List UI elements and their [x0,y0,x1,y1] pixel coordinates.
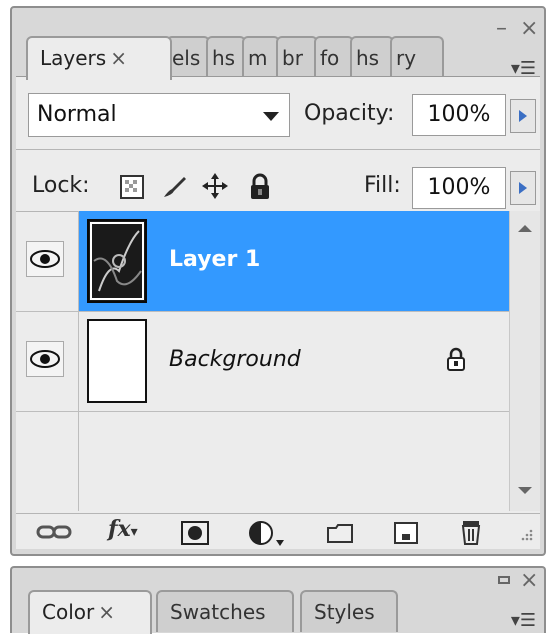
tab-label: hs [356,46,380,70]
layers-bottom-toolbar: fx▾ [16,513,540,550]
new-layer-icon[interactable] [392,520,420,546]
layers-panel: – × Layers × els hs m br fo hs ry ▾☰ Norm… [10,6,546,556]
tab-styles[interactable]: Styles [300,590,398,632]
tab-label: Swatches [170,600,266,624]
layer-content: Layer 1 [79,211,510,311]
fx-label: fx [108,516,131,542]
tab-paths[interactable]: hs [206,36,246,78]
blend-row: Normal Opacity: 100% [28,93,538,139]
opacity-label: Opacity: [304,101,395,126]
opacity-input[interactable]: 100% [412,94,506,136]
tab-label: br [282,46,303,70]
lock-all-icon[interactable] [248,173,272,201]
tab-label: Styles [314,600,375,624]
adjustment-layer-icon[interactable] [248,520,288,548]
layer-row-layer-1[interactable]: Layer 1 [16,211,510,312]
tab-hs[interactable]: hs [350,36,394,78]
lock-image-pixels-icon[interactable] [160,173,188,201]
tab-layers[interactable]: Layers × [26,36,172,80]
collapse-icon[interactable] [498,576,510,584]
blend-mode-select[interactable]: Normal [28,93,290,137]
opacity-slider-arrow-icon[interactable] [510,99,536,133]
scroll-down-icon[interactable] [518,487,532,494]
layer-name: Layer 1 [169,247,261,272]
panel-menu-icon[interactable]: ▾☰ [511,610,536,631]
tab-label: fo [320,46,340,70]
layers-tabstrip: Layers × els hs m br fo hs ry [26,36,484,80]
eye-icon [30,350,60,368]
visibility-toggle[interactable] [26,241,64,277]
layers-scrollbar[interactable] [509,211,540,511]
visibility-cell [16,311,79,411]
lock-transparent-pixels-icon[interactable] [120,175,144,199]
layer-row-background[interactable]: Background [16,311,510,412]
blend-mode-value: Normal [37,102,117,127]
new-group-icon[interactable] [326,522,354,544]
tab-history[interactable]: ry [390,36,444,78]
layers-body: Normal Opacity: 100% Lock: Fill: 100% La… [16,76,540,549]
tab-label: ry [396,46,417,70]
tab-m[interactable]: m [242,36,280,78]
resize-grip-icon[interactable] [518,528,534,544]
layer-thumbnail [87,319,147,403]
fill-slider-arrow-icon[interactable] [510,171,536,205]
lock-position-icon[interactable] [200,171,230,201]
tab-color[interactable]: Color × [28,590,152,634]
tab-fo[interactable]: fo [314,36,354,78]
eye-icon [30,250,60,268]
layer-content: Background [79,311,510,411]
tab-label: Color [42,600,95,624]
close-tab-icon[interactable]: × [98,600,115,624]
visibility-cell [16,211,79,311]
tab-label: Layers [40,46,107,70]
layer-thumbnail [87,219,147,303]
tab-label: hs [212,46,236,70]
layers-list: Layer 1 Background [16,211,510,511]
lock-label: Lock: [32,173,90,198]
lock-icon [447,347,465,371]
tab-label: els [172,46,201,70]
tab-label: m [248,46,268,70]
tab-channels[interactable]: els [166,36,210,78]
column-divider [78,411,79,511]
divider [16,149,540,150]
close-tab-icon[interactable]: × [110,46,127,70]
chevron-down-icon [263,112,279,121]
tab-swatches[interactable]: Swatches [156,590,294,632]
layer-name: Background [169,347,301,372]
fill-input[interactable]: 100% [412,167,506,209]
trash-icon[interactable] [458,518,484,546]
visibility-toggle[interactable] [26,341,64,377]
tab-br[interactable]: br [276,36,318,78]
minimize-button[interactable]: – [496,18,507,40]
layer-mask-icon[interactable] [180,520,210,546]
link-layers-icon[interactable] [36,522,72,542]
fill-label: Fill: [364,173,401,198]
fx-icon[interactable]: fx▾ [108,516,138,542]
close-panel-button[interactable]: × [520,570,538,592]
layer-thumbnail-image [93,230,142,292]
color-panel: × Color × Swatches Styles ▾☰ [10,566,546,634]
close-panel-button[interactable]: × [520,18,538,40]
scroll-up-icon[interactable] [518,225,532,232]
